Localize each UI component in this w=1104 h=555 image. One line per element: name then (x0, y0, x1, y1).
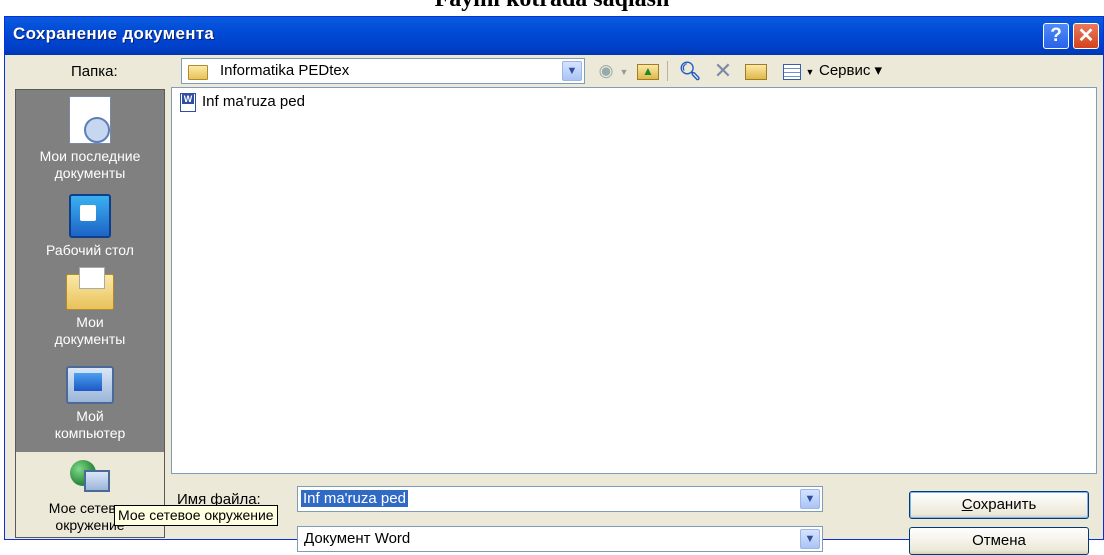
new-folder-icon[interactable] (743, 60, 769, 82)
folder-value: Informatika PEDtex (220, 62, 350, 79)
place-label: Мой компьютер (54, 408, 126, 441)
chevron-down-icon[interactable]: ▼ (800, 489, 820, 509)
toolbar-separator (667, 61, 668, 81)
folder-icon (188, 65, 208, 80)
close-button[interactable]: ✕ (1073, 23, 1099, 49)
save-dialog: Сохранение документа ? ✕ Папка: Informat… (4, 16, 1104, 555)
up-one-level-icon[interactable] (635, 60, 661, 82)
my-computer-icon (66, 366, 114, 404)
tooltip: Мое сетевое окружение (114, 505, 278, 526)
filename-input[interactable]: Inf ma'ruza ped ▼ (297, 486, 823, 512)
place-label: Мои документы (54, 314, 126, 347)
desktop-icon (69, 194, 111, 238)
place-desktop[interactable]: Рабочий стол (16, 194, 164, 259)
filename-value: Inf ma'ruza ped (301, 490, 408, 507)
filetype-select[interactable]: Документ Word ▼ (297, 526, 823, 552)
chevron-down-icon[interactable]: ▼ (800, 529, 820, 549)
place-label: Рабочий стол (46, 242, 134, 258)
place-label: Мои последние документы (39, 148, 141, 181)
places-bar: Мои последние документы Рабочий стол Мои… (15, 89, 165, 538)
file-name: Inf ma'ruza ped (202, 93, 305, 110)
filetype-value: Документ Word (304, 530, 411, 547)
place-recent-documents[interactable]: Мои последние документы (16, 96, 164, 182)
back-history-arrow-icon[interactable]: ▼ (619, 60, 629, 82)
save-accelerator: С (961, 496, 973, 513)
service-menu[interactable]: Сервис ▾ (819, 60, 949, 82)
views-dropdown-arrow-icon[interactable]: ▼ (805, 60, 815, 82)
save-label: охранить (972, 496, 1037, 513)
chevron-down-icon[interactable]: ▼ (562, 61, 582, 81)
folder-select[interactable]: Informatika PEDtex ▼ (181, 58, 585, 84)
place-my-documents[interactable]: Мои документы (16, 267, 164, 348)
back-icon[interactable]: ◉ (595, 60, 617, 82)
cancel-button[interactable]: Отмена (909, 527, 1089, 555)
window-title: Сохранение документа (13, 24, 215, 43)
search-web-icon[interactable]: 🔍︎ (677, 60, 703, 82)
file-list[interactable]: Inf ma'ruza ped (171, 87, 1097, 474)
document-heading: Faylni kotrada saqlash (0, 0, 1104, 14)
views-icon[interactable] (779, 60, 805, 82)
network-places-icon (68, 460, 112, 496)
recent-documents-icon (69, 96, 111, 144)
folder-label: Папка: (71, 63, 118, 80)
delete-icon[interactable]: ✕ (711, 60, 735, 82)
help-button[interactable]: ? (1043, 23, 1069, 49)
my-documents-icon (66, 267, 114, 310)
place-my-computer[interactable]: Мой компьютер (16, 362, 164, 442)
title-bar[interactable]: Сохранение документа ? ✕ (5, 17, 1103, 55)
word-document-icon (180, 93, 196, 112)
save-button[interactable]: Сохранить (909, 491, 1089, 519)
